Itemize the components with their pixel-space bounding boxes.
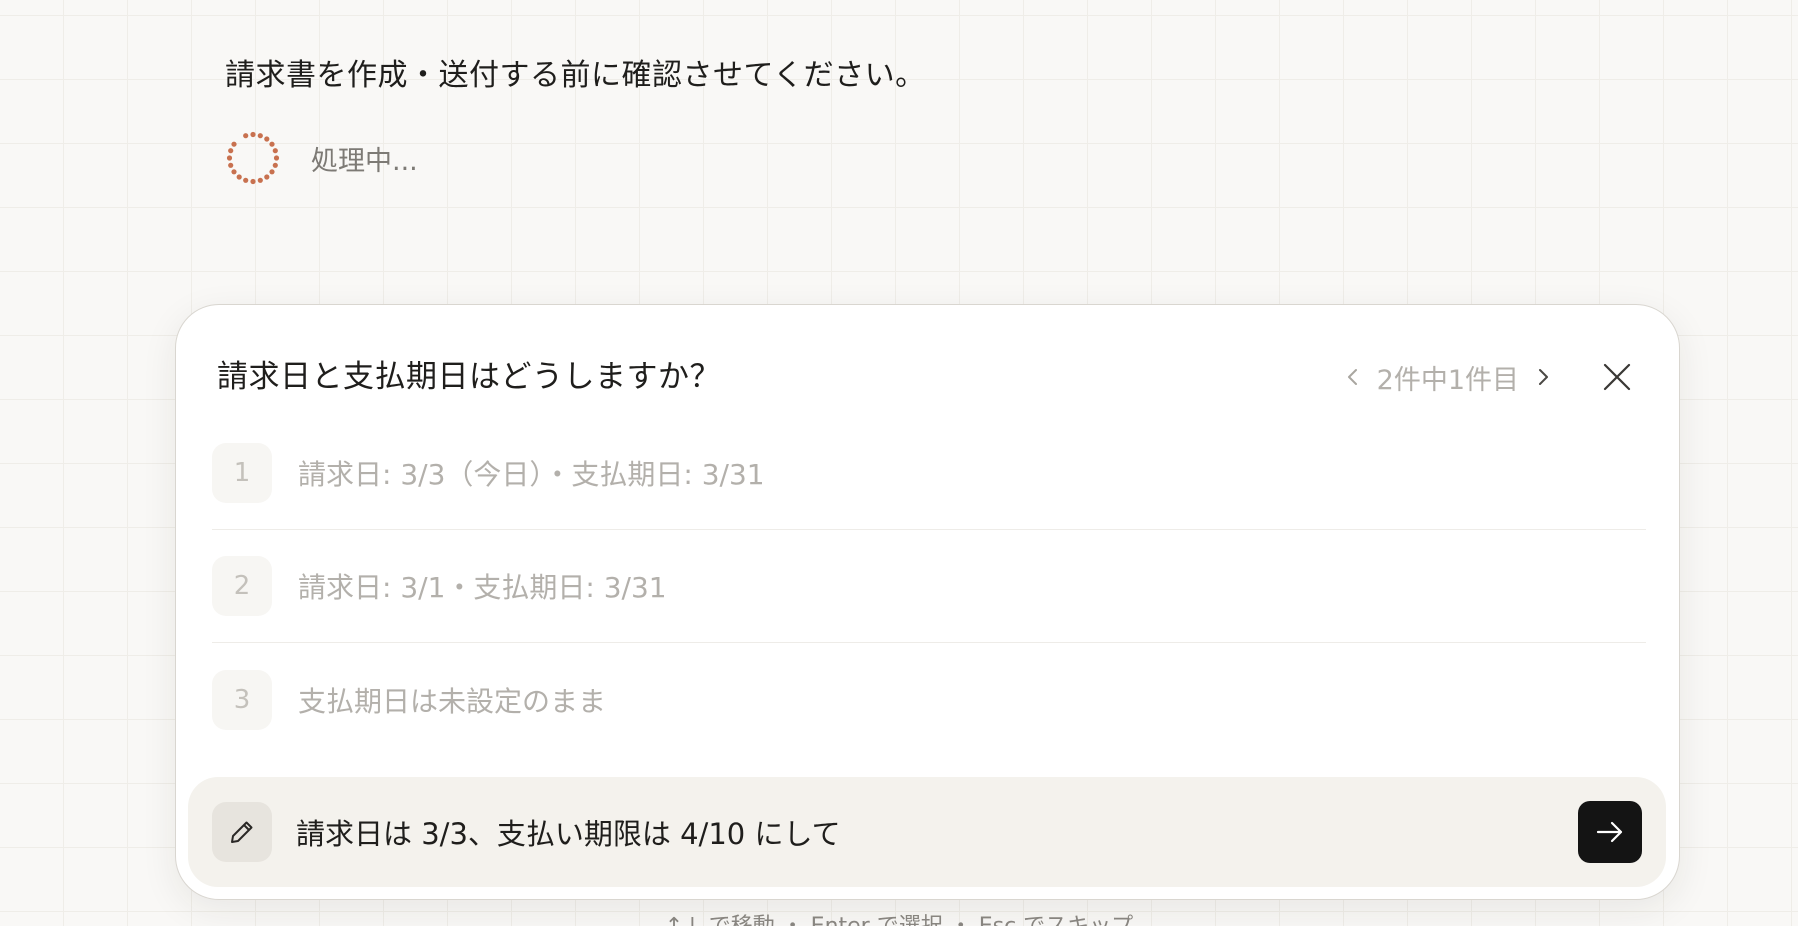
option-number: 1 — [212, 443, 272, 503]
edit-button[interactable] — [212, 802, 272, 862]
close-button[interactable] — [1595, 355, 1639, 399]
question-card: 請求日と支払期日はどうしますか？ 2件中1件目 1 請求日: 3/3（今日）・支… — [175, 304, 1680, 900]
option-label: 請求日: 3/1・支払期日: 3/31 — [298, 571, 667, 604]
pencil-icon — [231, 821, 253, 843]
arrow-right-icon — [1596, 821, 1623, 843]
processing-status: 処理中... — [225, 130, 418, 186]
user-message: 請求書を作成・送付する前に確認させてください。 — [225, 58, 926, 93]
option-label: 支払期日は未設定のまま — [298, 684, 607, 718]
spinner-icon — [226, 131, 280, 185]
option-1[interactable]: 1 請求日: 3/3（今日）・支払期日: 3/31 — [212, 417, 1646, 530]
next-question-button[interactable] — [1527, 355, 1559, 399]
option-number: 3 — [212, 669, 272, 730]
option-2[interactable]: 2 請求日: 3/1・支払期日: 3/31 — [212, 530, 1646, 643]
custom-answer-input[interactable]: 請求日は 3/3、支払い期限は 4/10 にして — [296, 811, 841, 853]
question-pager: 2件中1件目 — [1337, 355, 1559, 399]
pager-text: 2件中1件目 — [1376, 364, 1519, 396]
previous-question-button[interactable] — [1337, 355, 1369, 399]
option-list: 1 請求日: 3/3（今日）・支払期日: 3/31 2 請求日: 3/1・支払期… — [212, 417, 1646, 756]
send-button[interactable] — [1578, 801, 1642, 863]
question-title: 請求日と支払期日はどうしますか？ — [217, 359, 721, 395]
chevron-right-icon — [1539, 369, 1548, 385]
keyboard-hint: ↑↓ で移動 ・ Enter で選択 ・ Esc でスキップ — [0, 908, 1798, 926]
custom-answer-row: 請求日は 3/3、支払い期限は 4/10 にして — [188, 777, 1666, 887]
chevron-left-icon — [1347, 369, 1357, 385]
option-number: 2 — [212, 556, 272, 616]
option-label: 請求日: 3/3（今日）・支払期日: 3/31 — [298, 458, 765, 491]
status-text: 処理中... — [311, 145, 418, 177]
close-icon — [1603, 363, 1631, 391]
option-3[interactable]: 3 支払期日は未設定のまま — [212, 643, 1646, 756]
